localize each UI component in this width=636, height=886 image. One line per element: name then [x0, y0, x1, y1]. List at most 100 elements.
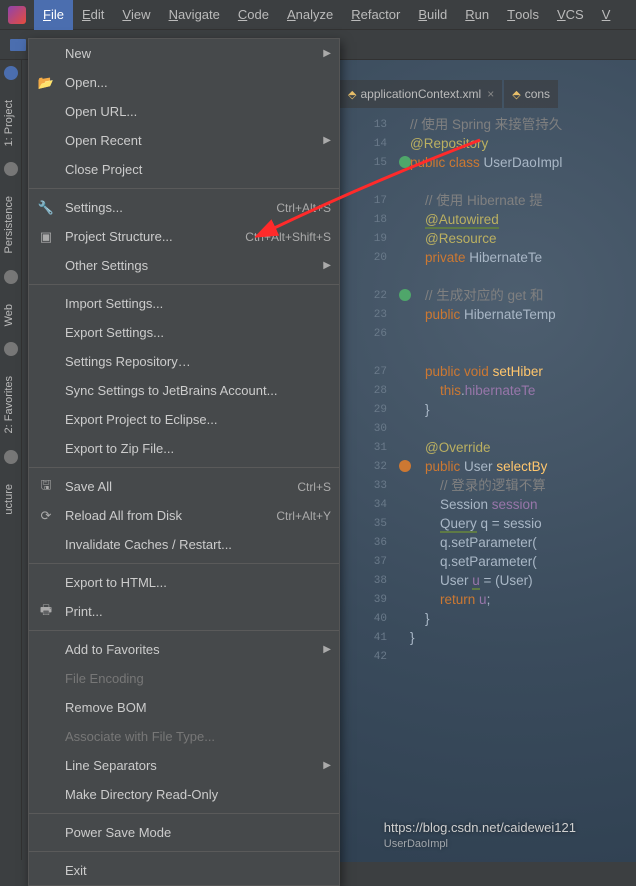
menu-item-label: Add to Favorites: [65, 642, 317, 657]
code-line[interactable]: @Repository: [410, 134, 636, 153]
file-tab-cons[interactable]: ⬘cons: [504, 80, 558, 108]
gutter-line: 38: [340, 571, 395, 590]
menu-v[interactable]: V: [593, 0, 620, 30]
code-line[interactable]: Session session: [410, 495, 636, 514]
code-line[interactable]: @Resource: [410, 229, 636, 248]
code-line[interactable]: // 登录的逻辑不算: [410, 476, 636, 495]
code-line[interactable]: @Override: [410, 438, 636, 457]
side-tab-persistence[interactable]: Persistence: [0, 186, 18, 263]
menu-item-label: Make Directory Read-Only: [65, 787, 331, 802]
gutter-mark-icon[interactable]: [399, 289, 411, 301]
menu-item-label: Import Settings...: [65, 296, 331, 311]
code-line[interactable]: [410, 172, 636, 191]
side-tab-icon: [4, 162, 18, 176]
menu-item-settings[interactable]: 🔧Settings...Ctrl+Alt+S: [29, 193, 339, 222]
menu-item-print[interactable]: 🖶Print...: [29, 597, 339, 626]
code-line[interactable]: [410, 267, 636, 286]
code-line[interactable]: this.hibernateTe: [410, 381, 636, 400]
menu-item-save-all[interactable]: 🖫Save AllCtrl+S: [29, 472, 339, 501]
menu-item-label: Reload All from Disk: [65, 508, 276, 523]
code-line[interactable]: [410, 666, 636, 685]
menu-item-power-save-mode[interactable]: Power Save Mode: [29, 818, 339, 847]
menu-item-exit[interactable]: Exit: [29, 856, 339, 885]
menu-item-new[interactable]: New▶: [29, 39, 339, 68]
menu-item-label: File Encoding: [65, 671, 331, 686]
gutter-line: 35: [340, 514, 395, 533]
menu-item-close-project[interactable]: Close Project: [29, 155, 339, 184]
menu-item-export-to-html[interactable]: Export to HTML...: [29, 568, 339, 597]
menu-item-invalidate-caches-restart[interactable]: Invalidate Caches / Restart...: [29, 530, 339, 559]
code-line[interactable]: }: [410, 609, 636, 628]
code-line[interactable]: q.setParameter(: [410, 533, 636, 552]
side-tab-2--favorites[interactable]: 2: Favorites: [0, 366, 18, 443]
menu-item-line-separators[interactable]: Line Separators▶: [29, 751, 339, 780]
code-line[interactable]: // 使用 Spring 来接管持久: [410, 115, 636, 134]
gutter-line: 13: [340, 115, 395, 134]
code-line[interactable]: [410, 419, 636, 438]
code-line[interactable]: public User selectBy: [410, 457, 636, 476]
menu-item-remove-bom[interactable]: Remove BOM: [29, 693, 339, 722]
tab-label: cons: [525, 87, 550, 101]
code-line[interactable]: public void setHiber: [410, 362, 636, 381]
menu-item-make-directory-read-only[interactable]: Make Directory Read-Only: [29, 780, 339, 809]
menu-edit[interactable]: Edit: [73, 0, 113, 30]
code-line[interactable]: // 使用 Hibernate 提: [410, 191, 636, 210]
menu-item-import-settings[interactable]: Import Settings...: [29, 289, 339, 318]
code-line[interactable]: private HibernateTe: [410, 248, 636, 267]
code-line[interactable]: q.setParameter(: [410, 552, 636, 571]
menu-build[interactable]: Build: [409, 0, 456, 30]
menu-item-export-to-zip-file[interactable]: Export to Zip File...: [29, 434, 339, 463]
code-line[interactable]: // 生成对应的 get 和: [410, 286, 636, 305]
menu-item-add-to-favorites[interactable]: Add to Favorites▶: [29, 635, 339, 664]
gutter-line: 33: [340, 476, 395, 495]
side-tab-icon: [4, 270, 18, 284]
gutter-mark-icon[interactable]: [399, 460, 411, 472]
menu-view[interactable]: View: [113, 0, 159, 30]
submenu-arrow-icon: ▶: [323, 48, 331, 59]
close-icon[interactable]: ×: [487, 87, 494, 101]
menu-refactor[interactable]: Refactor: [342, 0, 409, 30]
code-line[interactable]: }: [410, 628, 636, 647]
submenu-arrow-icon: ▶: [323, 260, 331, 271]
file-tab-applicationcontext-xml[interactable]: ⬘applicationContext.xml×: [340, 80, 502, 108]
code-line[interactable]: [410, 343, 636, 362]
menu-item-sync-settings-to-jetbrains-account[interactable]: Sync Settings to JetBrains Account...: [29, 376, 339, 405]
menu-file[interactable]: File: [34, 0, 73, 30]
code-line[interactable]: Query q = sessio: [410, 514, 636, 533]
code-area[interactable]: // 使用 Spring 来接管持久@Repositorypublic clas…: [410, 115, 636, 862]
menu-analyze[interactable]: Analyze: [278, 0, 342, 30]
folder-icon[interactable]: [10, 39, 26, 51]
menu-item-settings-repository[interactable]: Settings Repository…: [29, 347, 339, 376]
menu-item-open-url[interactable]: Open URL...: [29, 97, 339, 126]
menu-item-other-settings[interactable]: Other Settings▶: [29, 251, 339, 280]
separator: [29, 813, 339, 814]
code-line[interactable]: [410, 647, 636, 666]
gutter-mark-icon[interactable]: [399, 156, 411, 168]
gutter-line: 34: [340, 495, 395, 514]
side-tabs: 1: Project Persistence Web 2: Favorites uctu…: [0, 60, 22, 860]
menu-item-reload-all-from-disk[interactable]: ⟳Reload All from DiskCtrl+Alt+Y: [29, 501, 339, 530]
code-line[interactable]: return u;: [410, 590, 636, 609]
menu-code[interactable]: Code: [229, 0, 278, 30]
code-line[interactable]: @Autowired: [410, 210, 636, 229]
menu-item-project-structure[interactable]: ▣Project Structure...Ctrl+Alt+Shift+S: [29, 222, 339, 251]
menu-run[interactable]: Run: [456, 0, 498, 30]
gutter-line: 29: [340, 400, 395, 419]
side-tab-web[interactable]: Web: [0, 294, 18, 336]
side-tab-1--project[interactable]: 1: Project: [0, 90, 18, 156]
menu-tools[interactable]: Tools: [498, 0, 548, 30]
menu-item-open[interactable]: 📂Open...: [29, 68, 339, 97]
code-line[interactable]: public HibernateTemp: [410, 305, 636, 324]
code-line[interactable]: User u = (User): [410, 571, 636, 590]
code-line[interactable]: public class UserDaoImpl: [410, 153, 636, 172]
menu-item-open-recent[interactable]: Open Recent▶: [29, 126, 339, 155]
menu-vcs[interactable]: VCS: [548, 0, 593, 30]
menu-item-export-settings[interactable]: Export Settings...: [29, 318, 339, 347]
code-line[interactable]: [410, 324, 636, 343]
menu-item-export-project-to-eclipse[interactable]: Export Project to Eclipse...: [29, 405, 339, 434]
gutter-line: 14: [340, 134, 395, 153]
side-tab-ucture[interactable]: ucture: [0, 474, 18, 525]
menu-navigate[interactable]: Navigate: [160, 0, 229, 30]
menu-item-label: Export Settings...: [65, 325, 331, 340]
code-line[interactable]: }: [410, 400, 636, 419]
